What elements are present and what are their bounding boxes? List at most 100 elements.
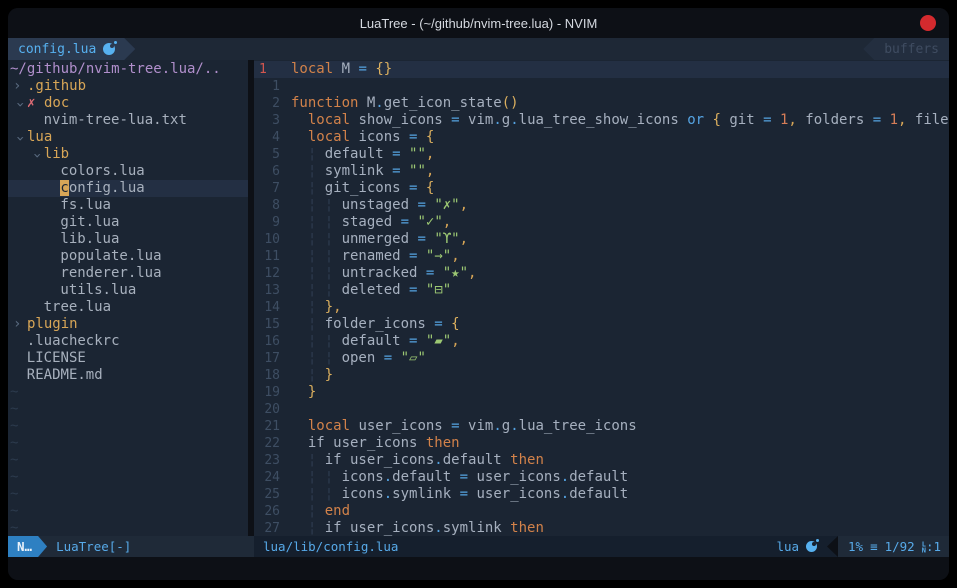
code-line[interactable]: 14 ¦ }, — [254, 299, 949, 316]
tree-item[interactable]: git.lua — [8, 214, 248, 231]
code-line[interactable]: 19 } — [254, 384, 949, 401]
code-text: ¦ git_icons = { — [280, 180, 434, 197]
code-line[interactable]: 25 ¦ ¦ icons.symlink = user_icons.defaul… — [254, 486, 949, 503]
line-number: 3 — [254, 112, 280, 129]
tab-config-lua[interactable]: config.lua — [8, 38, 135, 60]
chevron-down-icon[interactable]: › — [11, 96, 28, 113]
tree-item[interactable]: ›lib — [8, 146, 248, 163]
tree-item[interactable]: ›plugin — [8, 316, 248, 333]
code-line[interactable]: 21 local user_icons = vim.g.lua_tree_ico… — [254, 418, 949, 435]
tree-item[interactable]: .luacheckrc — [8, 333, 248, 350]
code-line[interactable]: 17 ¦ ¦ open = "▱" — [254, 350, 949, 367]
tree-item-label: fs.lua — [60, 197, 111, 214]
file-tree[interactable]: ~/github/nvim-tree.lua/..›.github›✗docnv… — [8, 60, 248, 536]
tree-item[interactable]: README.md — [8, 367, 248, 384]
window-bottom-edge — [8, 557, 949, 580]
code-text: ¦ }, — [280, 299, 342, 316]
code-line[interactable]: 3 local show_icons = vim.g.lua_tree_show… — [254, 112, 949, 129]
tree-item[interactable]: renderer.lua — [8, 265, 248, 282]
code-line[interactable]: 11 ¦ ¦ renamed = "→", — [254, 248, 949, 265]
statusline-filepath: lua/lib/config.lua — [254, 539, 776, 554]
code-line[interactable]: 27 ¦ if user_icons.symlink then — [254, 520, 949, 536]
tree-item[interactable]: ›✗doc — [8, 95, 248, 112]
code-text: ¦ ¦ unstaged = "✗", — [280, 197, 468, 214]
window-titlebar: LuaTree - (~/github/nvim-tree.lua) - NVI… — [8, 8, 949, 38]
code-text: ¦ ¦ deleted = "⊟" — [280, 282, 451, 299]
code-text: ¦ ¦ untracked = "★", — [280, 265, 476, 282]
tabline: config.lua buffers — [8, 38, 949, 60]
tree-item[interactable]: nvim-tree-lua.txt — [8, 112, 248, 129]
code-line[interactable]: 16 ¦ ¦ default = "▰", — [254, 333, 949, 350]
code-line[interactable]: 15 ¦ folder_icons = { — [254, 316, 949, 333]
tree-item[interactable]: populate.lua — [8, 248, 248, 265]
code-line[interactable]: 1 — [254, 78, 949, 95]
tree-item[interactable]: ›.github — [8, 78, 248, 95]
code-line[interactable]: 10 ¦ ¦ unmerged = "ϒ", — [254, 231, 949, 248]
editor-pane[interactable]: 1local M = {}12function M.get_icon_state… — [254, 60, 949, 536]
code-line[interactable]: 18 ¦ } — [254, 367, 949, 384]
code-text: ¦ ¦ icons.default = user_icons.default — [280, 469, 628, 486]
code-text: ¦ if user_icons.default then — [280, 452, 544, 469]
close-button-icon[interactable] — [920, 15, 936, 31]
tree-item-label: .luacheckrc — [27, 333, 120, 350]
code-line[interactable]: 2function M.get_icon_state() — [254, 95, 949, 112]
chevron-right-icon[interactable]: › — [10, 316, 27, 333]
chevron-right-icon[interactable]: › — [10, 78, 27, 95]
tree-item-label: populate.lua — [60, 248, 161, 265]
code-line[interactable]: 22 if user_icons then — [254, 435, 949, 452]
code-line[interactable]: 4 local icons = { — [254, 129, 949, 146]
code-text: ¦ ¦ open = "▱" — [280, 350, 426, 367]
tree-item-label: config.lua — [60, 180, 144, 197]
line-number: 1 — [254, 61, 280, 78]
line-number: 8 — [254, 197, 280, 214]
chevron-down-icon[interactable]: › — [28, 147, 45, 164]
buffers-tab[interactable]: buffers — [863, 38, 949, 60]
tree-item[interactable]: utils.lua — [8, 282, 248, 299]
code-line[interactable]: 1local M = {} — [254, 61, 949, 78]
line-number: 12 — [254, 265, 280, 282]
code-text: ¦ ¦ renamed = "→", — [280, 248, 460, 265]
code-line[interactable]: 9 ¦ ¦ staged = "✓", — [254, 214, 949, 231]
nvim-window: LuaTree - (~/github/nvim-tree.lua) - NVI… — [8, 8, 949, 580]
code-text: ¦ folder_icons = { — [280, 316, 460, 333]
chevron-down-icon[interactable]: › — [11, 130, 28, 147]
code-line[interactable]: 7 ¦ git_icons = { — [254, 180, 949, 197]
tree-item[interactable]: fs.lua — [8, 197, 248, 214]
code-line[interactable]: 13 ¦ ¦ deleted = "⊟" — [254, 282, 949, 299]
line-number: 13 — [254, 282, 280, 299]
tilde-marker: ~ — [10, 520, 18, 536]
code-text: ¦ ¦ unmerged = "ϒ", — [280, 231, 468, 248]
tree-item[interactable]: lib.lua — [8, 231, 248, 248]
empty-line-tilde: ~ — [8, 469, 248, 486]
tree-item[interactable]: colors.lua — [8, 163, 248, 180]
line-number: 20 — [254, 401, 280, 418]
tree-item[interactable]: config.lua — [8, 180, 248, 197]
code-line[interactable]: 5 ¦ default = "", — [254, 146, 949, 163]
tab-label: config.lua — [18, 42, 96, 57]
code-line[interactable]: 23 ¦ if user_icons.default then — [254, 452, 949, 469]
tilde-marker: ~ — [10, 503, 18, 520]
tree-item[interactable]: ›lua — [8, 129, 248, 146]
tilde-marker: ~ — [10, 418, 18, 435]
code-text: } — [280, 384, 316, 401]
tree-item-label: lua — [27, 129, 52, 146]
tree-item[interactable]: tree.lua — [8, 299, 248, 316]
line-number: 25 — [254, 486, 280, 503]
code-text: ¦ if user_icons.symlink then — [280, 520, 544, 536]
code-line[interactable]: 20 — [254, 401, 949, 418]
code-text: ¦ } — [280, 367, 333, 384]
code-line[interactable]: 12 ¦ ¦ untracked = "★", — [254, 265, 949, 282]
editor-statusline: lua/lib/config.lua lua 1% ≡ 1/92 LN:1 — [254, 536, 949, 557]
scroll-percent: 1% — [848, 539, 863, 554]
tilde-marker: ~ — [10, 469, 18, 486]
code-line[interactable]: 6 ¦ symlink = "", — [254, 163, 949, 180]
code-line[interactable]: 8 ¦ ¦ unstaged = "✗", — [254, 197, 949, 214]
tree-item[interactable]: ~/github/nvim-tree.lua/.. — [8, 61, 248, 78]
ln-icon: LN — [922, 541, 926, 553]
git-unstaged-icon: ✗ — [27, 95, 44, 112]
tree-item[interactable]: LICENSE — [8, 350, 248, 367]
code-line[interactable]: 24 ¦ ¦ icons.default = user_icons.defaul… — [254, 469, 949, 486]
tilde-marker: ~ — [10, 486, 18, 503]
lua-moon-icon — [806, 541, 817, 552]
code-line[interactable]: 26 ¦ end — [254, 503, 949, 520]
